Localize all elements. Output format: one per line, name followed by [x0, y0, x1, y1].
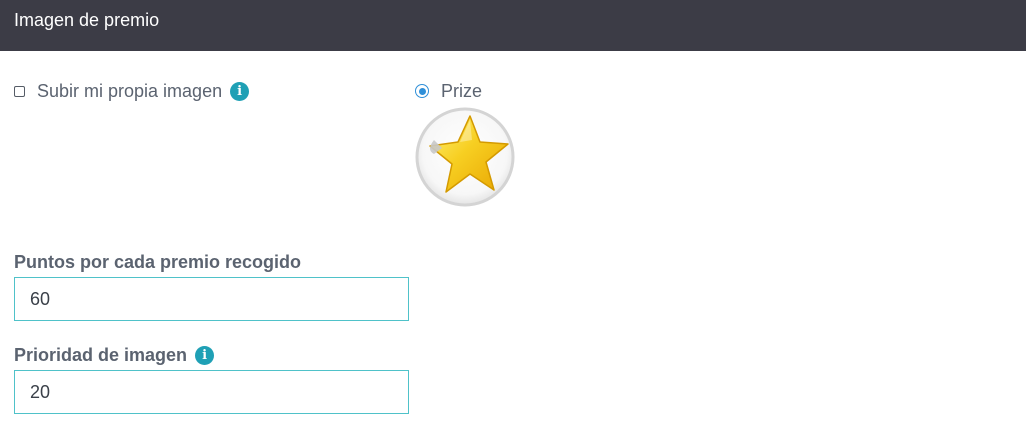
priority-label: Prioridad de imagen i	[14, 344, 215, 366]
upload-own-image-checkbox[interactable]	[14, 85, 25, 97]
section-title: Imagen de premio	[14, 10, 160, 30]
gold-star-icon[interactable]	[414, 106, 516, 208]
radio-selected-dot	[418, 87, 426, 95]
points-input[interactable]	[14, 277, 409, 321]
priority-input[interactable]	[14, 370, 409, 414]
points-label: Puntos por cada premio recogido	[14, 251, 301, 273]
prize-option[interactable]: Prize	[415, 80, 482, 102]
points-label-text: Puntos por cada premio recogido	[14, 252, 302, 272]
upload-own-image-label[interactable]: Subir mi propia imagen	[37, 80, 222, 102]
section-header: Imagen de premio	[0, 0, 1026, 51]
info-icon[interactable]: i	[230, 81, 250, 101]
prize-radio[interactable]	[415, 84, 429, 98]
info-icon[interactable]: i	[195, 345, 215, 365]
prize-label[interactable]: Prize	[441, 80, 482, 102]
upload-own-image-option[interactable]: Subir mi propia imagen i	[14, 80, 250, 102]
priority-label-text: Prioridad de imagen	[14, 345, 188, 365]
